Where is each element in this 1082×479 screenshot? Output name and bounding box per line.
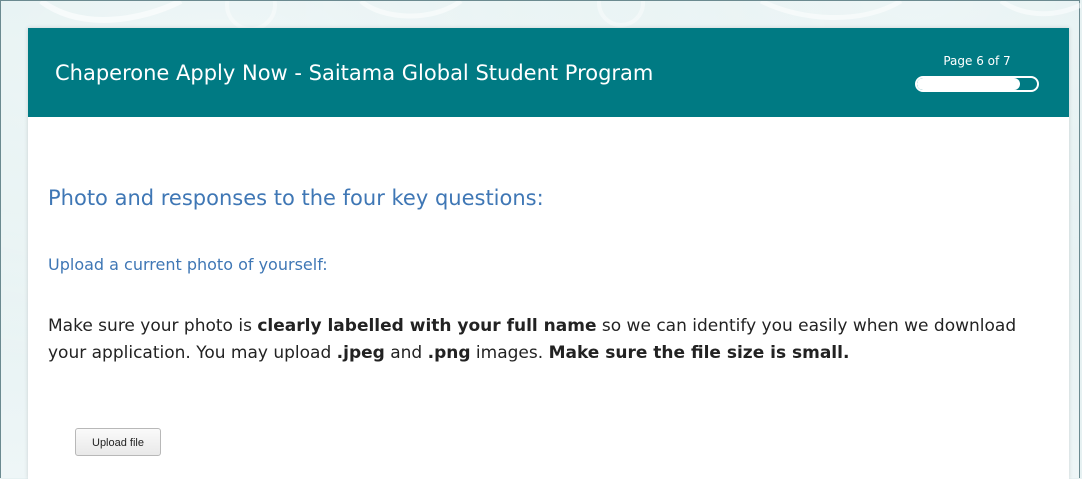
upload-file-button[interactable]: Upload file	[75, 428, 161, 456]
form-title: Chaperone Apply Now - Saitama Global Stu…	[55, 61, 654, 85]
form-card: Chaperone Apply Now - Saitama Global Stu…	[28, 28, 1069, 479]
page-progress: Page 6 of 7	[915, 53, 1039, 97]
instruction-text: Make sure your photo is	[48, 316, 258, 336]
form-header: Chaperone Apply Now - Saitama Global Stu…	[28, 28, 1069, 117]
instruction-emphasis-file-size: Make sure the file size is small.	[548, 343, 850, 363]
instruction-emphasis-png: .png	[427, 343, 471, 363]
progress-bar-track	[915, 76, 1039, 92]
page-background: Chaperone Apply Now - Saitama Global Stu…	[0, 0, 1081, 479]
upload-instructions: Make sure your photo is clearly labelled…	[48, 313, 1048, 367]
progress-bar-fill	[917, 78, 1020, 90]
instruction-text: images.	[470, 343, 549, 363]
section-title: Photo and responses to the four key ques…	[48, 186, 544, 210]
instruction-emphasis-full-name: clearly labelled with your full name	[257, 316, 597, 336]
instruction-text: and	[384, 343, 428, 363]
page-progress-label: Page 6 of 7	[943, 54, 1011, 68]
subsection-title: Upload a current photo of yourself:	[48, 255, 328, 274]
instruction-emphasis-jpeg: .jpeg	[336, 343, 385, 363]
